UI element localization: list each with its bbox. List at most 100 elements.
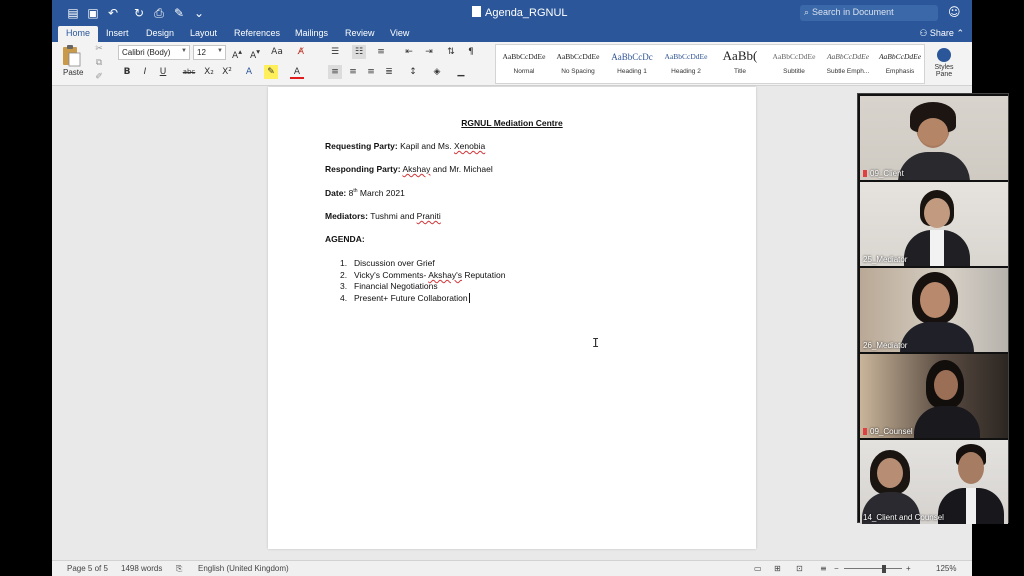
style-heading-1[interactable]: AaBbCcDc Heading 1 [606, 45, 658, 83]
document-heading: RGNUL Mediation Centre [461, 118, 563, 128]
page-count[interactable]: Page 5 of 5 [67, 564, 108, 573]
mediators-label: Mediators: [325, 211, 368, 221]
align-right-icon[interactable]: ≡ [364, 65, 378, 79]
style-name: No Spacing [561, 68, 595, 75]
tab-layout[interactable]: Layout [190, 26, 217, 42]
font-name-value: Calibri (Body) [122, 48, 171, 57]
sort-icon[interactable]: ⇅ [444, 45, 458, 59]
numbering-icon[interactable]: ☷ [352, 45, 366, 59]
paste-icon[interactable] [60, 44, 82, 68]
search-placeholder: Search in Document [812, 7, 894, 17]
line-spacing-icon[interactable]: ↕ [406, 65, 420, 79]
video-tile[interactable]: 26_Mediator [860, 268, 1008, 352]
search-input[interactable]: ⌕ Search in Document [800, 5, 938, 21]
print-layout-icon[interactable]: ▭ [754, 564, 762, 573]
video-tile[interactable]: 09_Counsel [860, 354, 1008, 438]
sidebar-toggle-icon[interactable]: ▤ [66, 6, 80, 20]
underline-button[interactable]: U [156, 65, 170, 79]
share-label: Share [929, 28, 954, 38]
document-title-text: Agenda_RGNUL [485, 7, 568, 19]
word-count[interactable]: 1498 words [121, 564, 162, 573]
list-item: 2. Vicky's Comments- Akshay's Reputation [340, 270, 505, 280]
tab-view[interactable]: View [390, 26, 409, 42]
multilevel-list-icon[interactable]: ≡ [374, 45, 388, 59]
strikethrough-button[interactable]: abc [182, 65, 196, 79]
show-formatting-icon[interactable]: ¶ [464, 45, 478, 59]
muted-mic-icon [863, 170, 867, 177]
zoom-level[interactable]: 125% [936, 564, 956, 573]
highlight-icon[interactable]: ✎ [264, 65, 278, 79]
style-heading-2[interactable]: AaBbCcDdEe Heading 2 [660, 45, 712, 83]
list-text: Financial Negotiations [354, 281, 438, 291]
misspelled-word: Xenobia [454, 141, 486, 151]
share-button[interactable]: ⚇ Share ⌃ [919, 28, 964, 39]
document-page[interactable]: RGNUL Mediation Centre Requesting Party:… [268, 87, 756, 549]
bold-button[interactable]: B [120, 65, 134, 79]
style-subtitle[interactable]: AaBbCcDdEe Subtitle [768, 45, 820, 83]
date-line: Date: 8th March 2021 [325, 188, 405, 198]
misspelled-word: Akshay [402, 164, 431, 174]
grow-font-icon[interactable]: A▴ [230, 45, 244, 61]
zoom-slider-thumb[interactable] [882, 565, 886, 573]
italic-button[interactable]: I [138, 65, 152, 79]
participant-face [877, 458, 903, 488]
save-icon[interactable]: ▣ [86, 6, 100, 20]
shading-icon[interactable]: ◈ [430, 65, 444, 79]
style-preview: AaBbCcDdEe [772, 52, 816, 61]
font-name-select[interactable]: Calibri (Body) ▼ [118, 45, 190, 60]
tab-review[interactable]: Review [345, 26, 375, 42]
redo-icon[interactable]: ↻ [132, 6, 146, 20]
video-tile[interactable]: 14_Client and Counsel [860, 440, 1008, 524]
text-effects-icon[interactable]: A [242, 65, 256, 79]
cut-icon[interactable]: ✂ [92, 42, 106, 56]
change-case-icon[interactable]: Aa [270, 45, 284, 59]
subscript-button[interactable]: X₂ [202, 65, 216, 79]
outline-view-icon[interactable]: ≡ [820, 564, 827, 573]
styles-pane-button[interactable]: Styles Pane [929, 48, 959, 78]
font-size-select[interactable]: 12 ▼ [193, 45, 226, 60]
print-icon[interactable]: ⎙ [152, 6, 166, 20]
borders-icon[interactable]: ▁ [454, 65, 468, 79]
video-tile[interactable]: 25_Mediator [860, 182, 1008, 266]
increase-indent-icon[interactable]: ⇥ [422, 45, 436, 59]
style-normal[interactable]: AaBbCcDdEe Normal [498, 45, 550, 83]
clear-formatting-icon[interactable]: A̸ [294, 45, 308, 59]
shrink-font-icon[interactable]: A▾ [248, 45, 262, 61]
style-title[interactable]: AaBb(Title [714, 45, 766, 83]
style-preview: AaBbCcDc [611, 52, 653, 62]
date-label: Date: [325, 188, 347, 198]
agenda-label: AGENDA: [325, 234, 365, 244]
style-no-spacing[interactable]: AaBbCcDdEe No Spacing [552, 45, 604, 83]
tab-design[interactable]: Design [146, 26, 174, 42]
style-emphasis[interactable]: AaBbCcDdEe Emphasis [874, 45, 926, 83]
superscript-button[interactable]: X² [220, 65, 234, 79]
edit-icon[interactable]: ✎ [172, 6, 186, 20]
participant-shirt [930, 230, 944, 266]
style-subtle-emphasis[interactable]: AaBbCcDdEe Subtle Emph... [822, 45, 874, 83]
tab-home[interactable]: Home [58, 26, 99, 42]
align-center-icon[interactable]: ≡ [346, 65, 360, 79]
list-item: 1. Discussion over Grief [340, 258, 435, 268]
undo-icon[interactable]: ↶ [106, 6, 120, 20]
tab-mailings[interactable]: Mailings [295, 26, 328, 42]
zoom-out-icon[interactable]: − [834, 564, 839, 573]
proofing-icon[interactable]: ⎘ [176, 564, 182, 574]
zoom-slider[interactable] [844, 568, 902, 569]
participant-face [918, 118, 948, 146]
format-painter-icon[interactable]: ✐ [92, 70, 106, 84]
video-tile[interactable]: 09_Client [860, 96, 1008, 180]
align-left-icon[interactable]: ≡ [328, 65, 342, 79]
justify-icon[interactable]: ≣ [382, 65, 396, 79]
tab-references[interactable]: References [234, 26, 280, 42]
zoom-in-icon[interactable]: + [906, 564, 911, 573]
customize-toolbar-icon[interactable]: ⌄ [192, 6, 206, 20]
font-color-icon[interactable]: A [290, 65, 304, 79]
tab-insert[interactable]: Insert [106, 26, 129, 42]
focus-mode-icon[interactable]: ⊡ [796, 564, 803, 573]
language[interactable]: English (United Kingdom) [198, 564, 289, 573]
decrease-indent-icon[interactable]: ⇤ [402, 45, 416, 59]
web-layout-icon[interactable]: ⊞ [774, 564, 781, 573]
feedback-smiley-icon[interactable]: ☺ [948, 5, 964, 21]
bullets-icon[interactable]: ☰ [328, 45, 342, 59]
copy-icon[interactable]: ⧉ [92, 56, 106, 70]
